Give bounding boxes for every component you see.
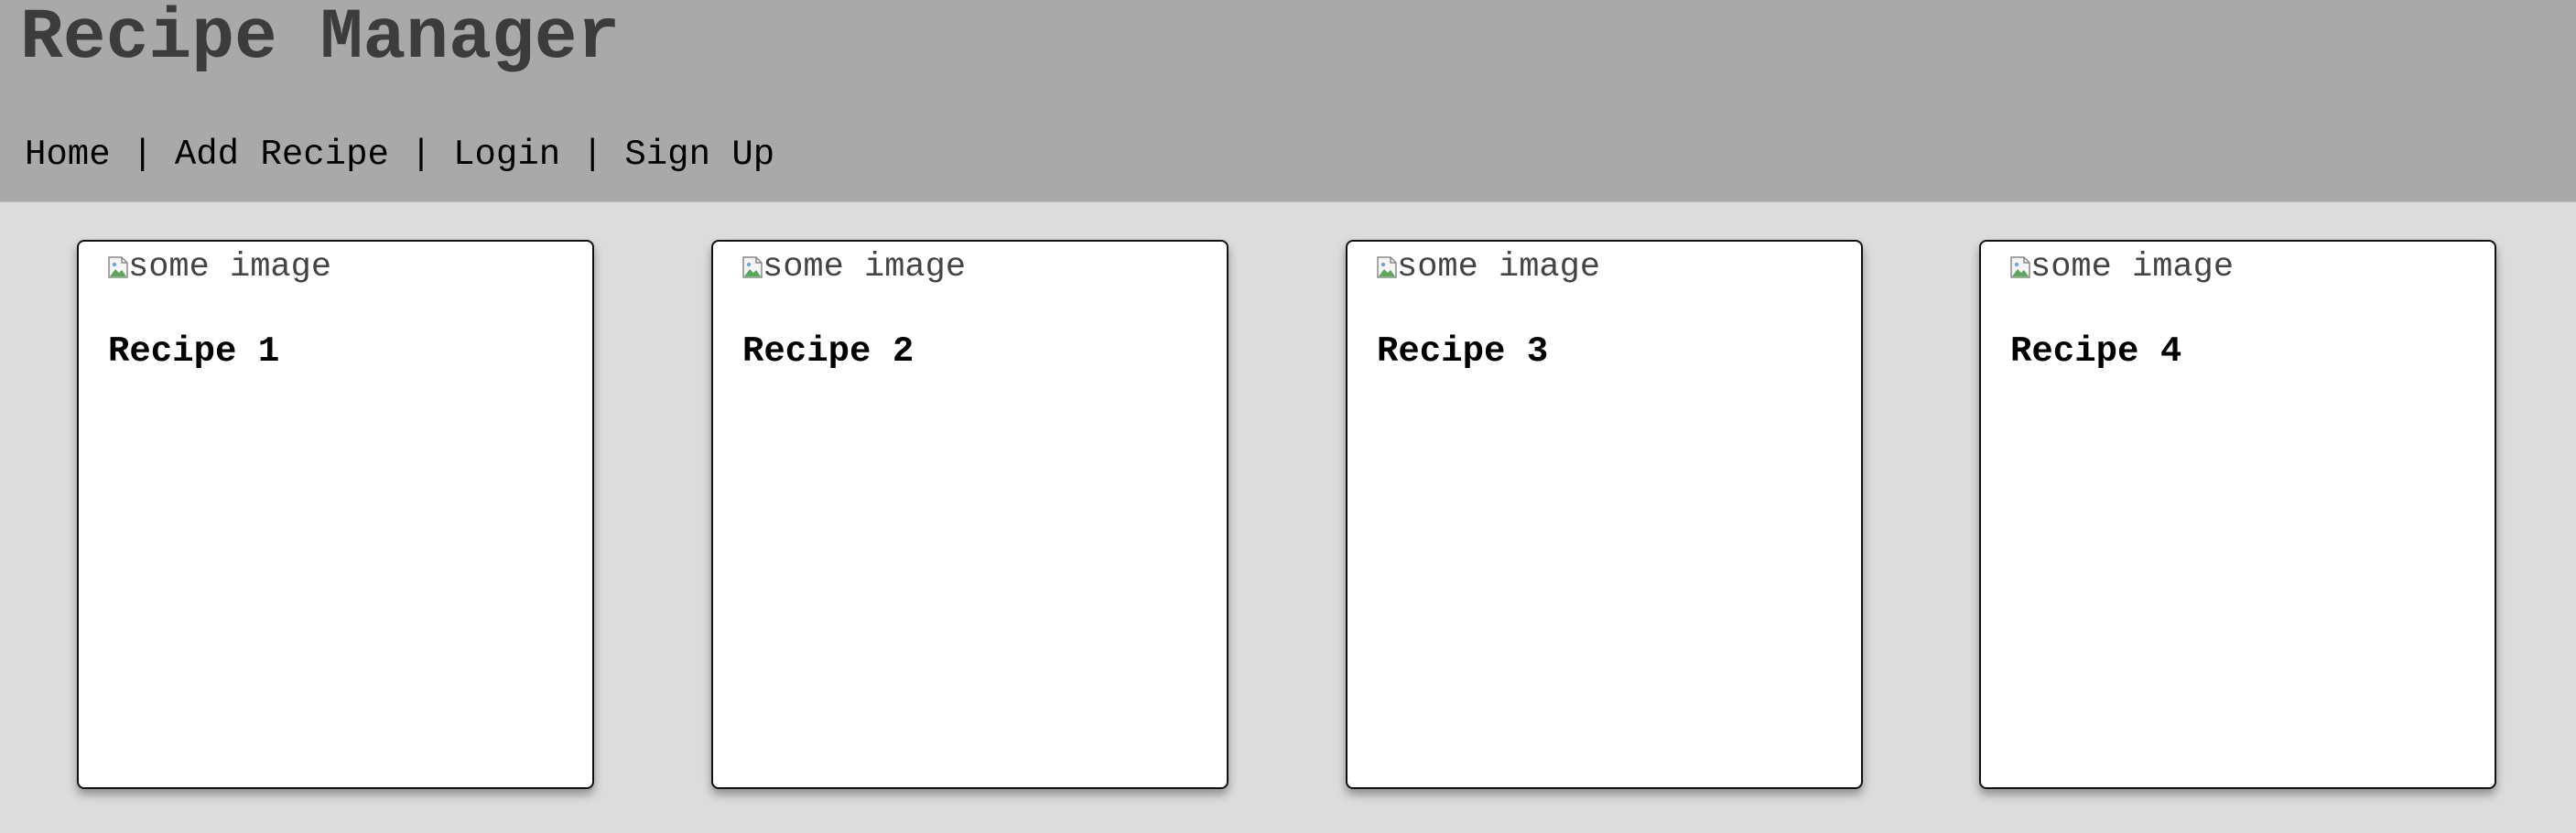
- recipe-card[interactable]: some image Recipe 3: [1346, 240, 1863, 789]
- site-title: Recipe Manager: [20, 0, 621, 79]
- image-alt-text: some image: [128, 248, 332, 287]
- site-header: Recipe Manager Home | Add Recipe | Login…: [0, 0, 2576, 202]
- recipe-image: some image: [108, 244, 331, 290]
- recipe-image: some image: [1377, 244, 1600, 290]
- main-nav: Home | Add Recipe | Login | Sign Up: [25, 133, 774, 177]
- nav-sign-up-link[interactable]: Sign Up: [624, 135, 774, 175]
- recipe-card[interactable]: some image Recipe 2: [711, 240, 1228, 789]
- nav-add-recipe-link[interactable]: Add Recipe: [175, 135, 389, 175]
- broken-image-icon: [2010, 256, 2030, 278]
- recipe-image: some image: [742, 244, 966, 290]
- image-alt-text: some image: [1397, 248, 1601, 287]
- recipe-title[interactable]: Recipe 3: [1377, 330, 1548, 373]
- image-alt-text: some image: [763, 248, 967, 287]
- nav-home-link[interactable]: Home: [25, 135, 111, 175]
- nav-separator: |: [410, 135, 432, 175]
- recipe-title[interactable]: Recipe 1: [108, 330, 279, 373]
- broken-image-icon: [108, 256, 128, 278]
- nav-separator: |: [132, 135, 154, 175]
- recipe-title[interactable]: Recipe 4: [2010, 330, 2181, 373]
- broken-image-icon: [742, 256, 763, 278]
- nav-separator: |: [581, 135, 603, 175]
- recipe-card[interactable]: some image Recipe 1: [77, 240, 594, 789]
- recipe-title[interactable]: Recipe 2: [742, 330, 914, 373]
- nav-login-link[interactable]: Login: [453, 135, 560, 175]
- image-alt-text: some image: [2030, 248, 2235, 287]
- broken-image-icon: [1377, 256, 1397, 278]
- recipe-card[interactable]: some image Recipe 4: [1979, 240, 2496, 789]
- recipe-image: some image: [2010, 244, 2234, 290]
